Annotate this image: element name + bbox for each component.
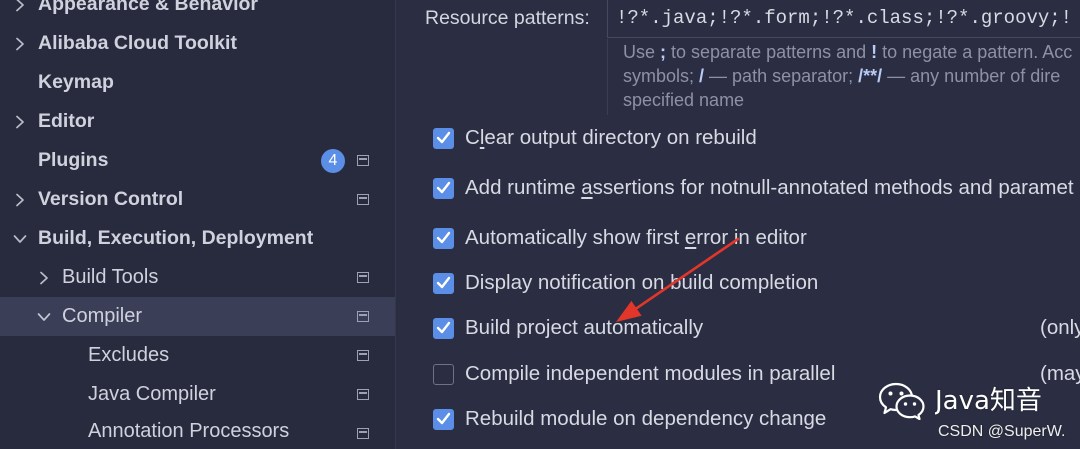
sidebar-item-label: Java Compiler xyxy=(88,383,216,405)
option-label[interactable]: Build project automatically xyxy=(465,312,1080,344)
checkmark-icon xyxy=(436,231,450,244)
checkmark-icon xyxy=(436,181,450,194)
checkbox[interactable] xyxy=(433,227,454,249)
help-symbol: /**/ xyxy=(858,66,883,86)
option-label[interactable]: Clear output directory on rebuild xyxy=(465,122,1080,154)
help-text-segment: to negate a pattern. Acc xyxy=(877,42,1073,62)
checkbox[interactable] xyxy=(433,177,454,199)
sidebar-item-label: Compiler xyxy=(62,305,143,327)
resource-patterns-help: Use ; to separate patterns and ! to nega… xyxy=(607,39,1080,115)
help-text-segment: specified name xyxy=(623,90,745,110)
mnemonic-underline: l xyxy=(479,126,485,149)
option-label[interactable]: Display notification on build completion xyxy=(465,267,1080,299)
help-text-segment: symbols; xyxy=(623,66,700,86)
sidebar-item-editor[interactable]: Editor xyxy=(0,102,395,141)
sidebar-item-label: Keymap xyxy=(38,71,114,93)
compiler-settings-panel: Resource patterns: !?*.java;!?*.form;!?*… xyxy=(396,0,1080,449)
plugins-update-badge: 4 xyxy=(321,148,345,173)
help-text-segment: Use xyxy=(623,42,661,62)
option-clear-output-directory[interactable]: Clear output directory on rebuild xyxy=(433,122,1080,154)
project-settings-icon xyxy=(357,428,369,439)
wechat-icon xyxy=(878,382,925,420)
project-settings-icon xyxy=(357,194,369,205)
option-label[interactable]: Automatically show first error in editor xyxy=(465,222,1080,254)
sidebar-item-label: Build Tools xyxy=(62,266,159,288)
checkbox[interactable] xyxy=(433,127,454,149)
project-settings-icon xyxy=(357,389,369,400)
checkmark-icon xyxy=(436,131,450,144)
chevron-right-icon[interactable] xyxy=(15,180,25,219)
sidebar-item-label: Alibaba Cloud Toolkit xyxy=(38,32,237,54)
sidebar-item-label: Build, Execution, Deployment xyxy=(38,227,314,249)
sidebar-item-plugins[interactable]: Plugins 4 xyxy=(0,141,395,180)
chevron-right-icon[interactable] xyxy=(15,102,25,141)
option-label[interactable]: Add runtime assertions for notnull-annot… xyxy=(465,172,1080,204)
help-line: symbols; / — path separator; /**/ — any … xyxy=(623,64,1080,88)
chevron-right-icon[interactable] xyxy=(15,0,25,24)
mnemonic-underline: e xyxy=(684,226,697,249)
help-line: Use ; to separate patterns and ! to nega… xyxy=(623,40,1080,64)
sidebar-item-label: Excludes xyxy=(88,344,170,366)
resource-patterns-input[interactable]: !?*.java;!?*.form;!?*.class;!?*.groovy;! xyxy=(607,0,1080,38)
checkmark-icon xyxy=(436,276,450,289)
sidebar-item-java-compiler[interactable]: Java Compiler xyxy=(0,375,395,414)
project-settings-icon xyxy=(357,155,369,166)
sidebar-item-build-execution-deployment[interactable]: Build, Execution, Deployment xyxy=(0,219,395,258)
help-text-segment: — path separator; xyxy=(704,66,859,86)
chevron-down-icon[interactable] xyxy=(13,219,27,258)
sidebar-item-build-tools[interactable]: Build Tools xyxy=(0,258,395,297)
option-display-notification[interactable]: Display notification on build completion xyxy=(433,267,1080,299)
option-build-project-automatically[interactable]: Build project automatically xyxy=(433,312,1080,344)
sidebar-item-label: Annotation Processors xyxy=(88,420,290,442)
project-settings-icon xyxy=(357,272,369,283)
project-settings-icon xyxy=(357,350,369,361)
checkbox[interactable] xyxy=(433,363,454,385)
option-add-runtime-assertions[interactable]: Add runtime assertions for notnull-annot… xyxy=(433,172,1080,204)
sidebar-item-label: Version Control xyxy=(38,188,184,210)
option-show-first-error[interactable]: Automatically show first error in editor xyxy=(433,222,1080,254)
sidebar-item-label: Appearance & Behavior xyxy=(38,0,258,15)
help-line: specified name xyxy=(623,88,1080,112)
resource-patterns-label: Resource patterns: xyxy=(425,7,590,29)
checkbox[interactable] xyxy=(433,272,454,294)
checkmark-icon xyxy=(436,321,450,334)
sidebar-item-annotation-processors[interactable]: Annotation Processors xyxy=(0,414,395,449)
checkmark-icon xyxy=(436,412,450,425)
sidebar-item-appearance-behavior[interactable]: Appearance & Behavior xyxy=(0,0,395,24)
help-text-segment: to separate patterns and xyxy=(666,42,872,62)
settings-tree: Appearance & Behavior Alibaba Cloud Tool… xyxy=(0,0,395,449)
watermark-credit: CSDN @SuperW. xyxy=(938,423,1066,440)
mnemonic-underline: a xyxy=(581,176,593,199)
sidebar-item-label: Plugins xyxy=(38,149,109,171)
settings-window: Appearance & Behavior Alibaba Cloud Tool… xyxy=(0,0,1080,449)
sidebar-item-compiler[interactable]: Compiler xyxy=(0,297,395,336)
settings-sidebar: Appearance & Behavior Alibaba Cloud Tool… xyxy=(0,0,395,449)
checkbox[interactable] xyxy=(433,408,454,430)
chevron-right-icon[interactable] xyxy=(39,258,49,297)
help-text-segment: — any number of dire xyxy=(882,66,1061,86)
sidebar-item-label: Editor xyxy=(38,110,95,132)
chevron-right-icon[interactable] xyxy=(15,24,25,63)
sidebar-item-version-control[interactable]: Version Control xyxy=(0,180,395,219)
sidebar-item-excludes[interactable]: Excludes xyxy=(0,336,395,375)
project-settings-icon xyxy=(357,311,369,322)
sidebar-item-keymap[interactable]: Keymap xyxy=(0,63,395,102)
watermark-title: Java知音 xyxy=(935,386,1042,416)
checkbox[interactable] xyxy=(433,317,454,339)
sidebar-item-alibaba-cloud-toolkit[interactable]: Alibaba Cloud Toolkit xyxy=(0,24,395,63)
option-note: (only xyxy=(1040,316,1080,339)
chevron-down-icon[interactable] xyxy=(37,297,51,336)
